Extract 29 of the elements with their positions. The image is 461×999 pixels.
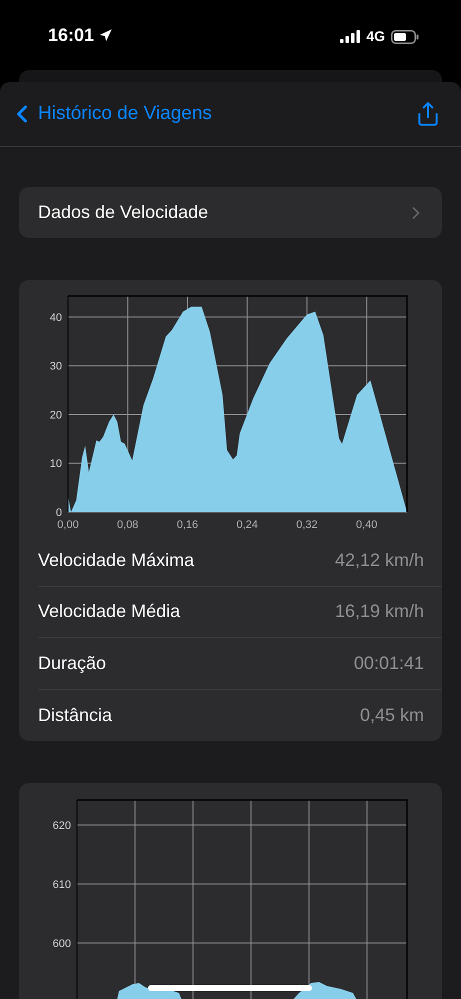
stat-label: Duração [38,652,106,675]
x-tick-label: 0,16 [176,519,198,531]
stat-label: Velocidade Máxima [38,548,194,572]
y-tick-label: 10 [50,458,62,470]
x-tick-label: 0,08 [117,519,138,531]
x-tick-label: 0,24 [236,519,258,531]
y-tick-label: 610 [52,879,71,891]
stat-value: 42,12 km/h [334,548,424,572]
y-tick-label: 600 [52,938,71,950]
y-tick-label: 40 [50,312,62,324]
signal-icon [340,30,360,43]
x-tick-label: 0,00 [57,519,79,531]
stat-label: Distância [38,704,112,727]
status-time: 16:01 [48,24,94,47]
speed-data-row[interactable]: Dados de Velocidade [19,187,442,238]
y-tick-label: 30 [50,360,62,373]
y-tick-label: 0 [56,507,62,519]
y-tick-label: 620 [52,820,71,832]
stat-value: 0,45 km [360,704,424,727]
back-button[interactable]: Histórico de Viagens [8,100,212,128]
network-label: 4G [366,27,385,46]
stat-label: Velocidade Média [38,600,180,624]
location-arrow-icon [98,28,114,43]
x-tick-label: 0,32 [296,519,318,531]
stat-value: 16,19 km/h [334,600,424,624]
stat-value: 00:01:41 [354,652,424,675]
y-tick-label: 20 [50,409,62,422]
x-tick-label: 0,40 [356,519,378,531]
battery-icon [391,30,419,44]
